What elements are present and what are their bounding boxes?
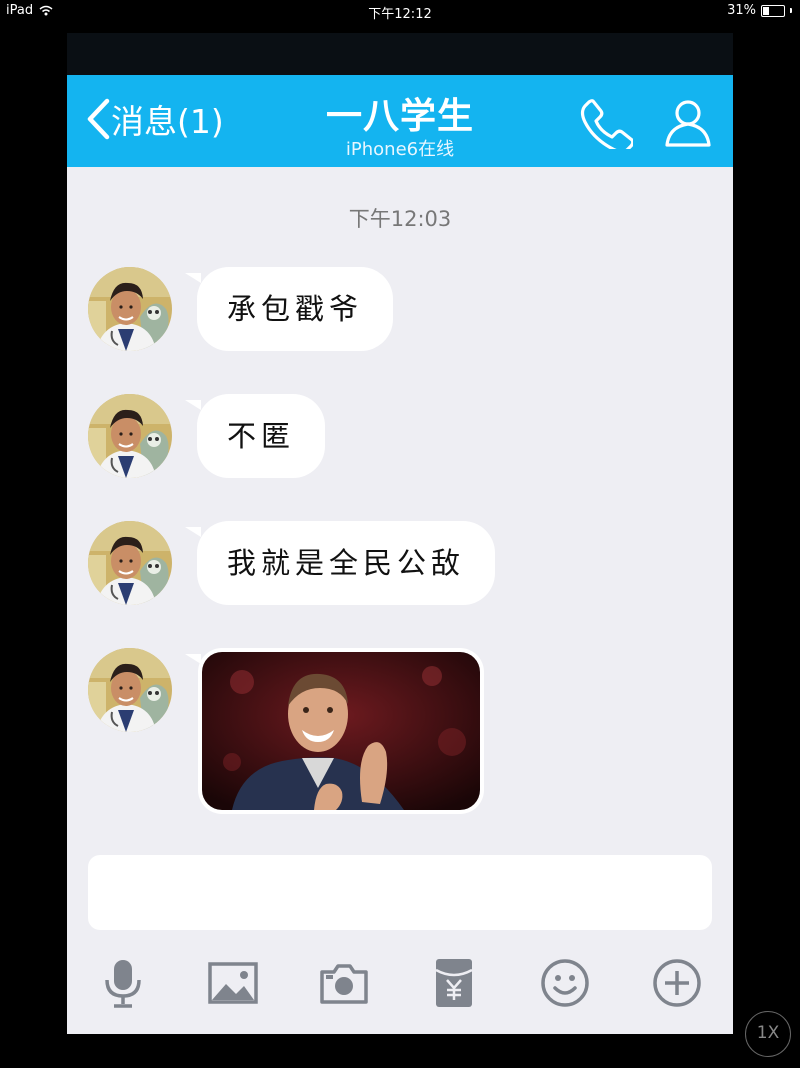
avatar[interactable] (88, 648, 172, 732)
ipad-status-bar: iPad 下午12:12 31% (0, 0, 800, 24)
nav-bar: 消息(1) 一八学生 iPhone6在线 (67, 75, 733, 167)
bubble-tail (185, 273, 201, 283)
bubble-tail (185, 400, 201, 410)
battery-percent: 31% (727, 3, 756, 18)
message-input[interactable] (88, 855, 712, 930)
bubble-tail (185, 527, 201, 537)
message-bubble[interactable]: 我就是全民公敌 (197, 521, 496, 605)
gif-image (202, 652, 480, 810)
online-status: iPhone6在线 (345, 139, 455, 160)
avatar[interactable] (88, 394, 172, 478)
battery-tip (790, 8, 792, 13)
image-icon[interactable] (206, 956, 260, 1010)
status-right: 31% (727, 3, 792, 18)
battery-icon (761, 4, 785, 17)
image-message[interactable] (198, 648, 484, 814)
avatar[interactable] (88, 521, 172, 605)
chat-app: 消息(1) 一八学生 iPhone6在线 下午12:03 承包戳爷 不匿 我就是… (67, 33, 733, 1034)
contact-icon[interactable] (661, 95, 715, 149)
message-timestamp: 下午12:03 (348, 207, 452, 231)
camera-icon[interactable] (317, 956, 371, 1010)
input-toolbar (67, 948, 733, 1018)
status-time: 下午12:12 (368, 7, 432, 22)
emoji-icon[interactable] (538, 956, 592, 1010)
microphone-icon[interactable] (96, 956, 150, 1010)
phone-status-bar (67, 33, 733, 75)
plus-icon[interactable] (650, 956, 704, 1010)
avatar[interactable] (88, 267, 172, 351)
red-packet-icon[interactable] (427, 956, 481, 1010)
message-bubble[interactable]: 承包戳爷 (197, 267, 394, 351)
chat-title: 一八学生 (325, 96, 474, 137)
battery-level (763, 6, 770, 15)
phone-icon[interactable] (579, 95, 633, 149)
zoom-toggle-button[interactable]: 1X (745, 1011, 791, 1057)
message-bubble[interactable]: 不匿 (197, 394, 326, 478)
